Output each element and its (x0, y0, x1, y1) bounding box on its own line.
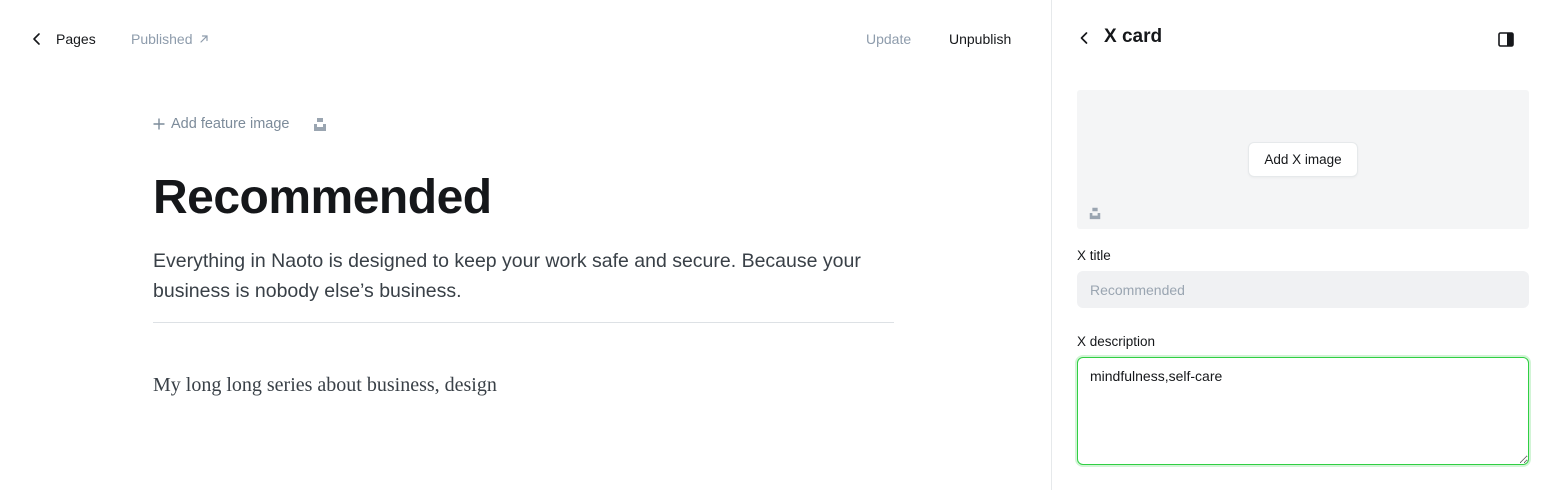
add-feature-image-label: Add feature image (171, 116, 290, 132)
editor-pane: Pages Published Update Unpublish Add fea… (0, 0, 1051, 490)
panel-title: X card (1104, 26, 1163, 47)
back-to-pages-link[interactable]: Pages (30, 27, 96, 51)
plus-icon (153, 118, 165, 130)
update-button[interactable]: Update (866, 27, 911, 51)
unsplash-icon[interactable] (1088, 206, 1102, 220)
sidebar-toggle-icon[interactable] (1498, 32, 1514, 47)
unsplash-icon[interactable] (312, 116, 328, 132)
chevron-left-icon (33, 33, 40, 45)
feature-image-row: Add feature image (153, 113, 328, 135)
chevron-left-icon[interactable] (1076, 30, 1092, 46)
add-x-image-button[interactable]: Add X image (1248, 142, 1358, 177)
post-body-paragraph[interactable]: My long long series about business, desi… (153, 374, 497, 397)
post-excerpt[interactable]: Everything in Naoto is designed to keep … (153, 246, 873, 306)
back-label: Pages (56, 31, 96, 47)
excerpt-divider (153, 322, 894, 323)
x-card-settings-panel: X card Add X image X title X description… (1051, 0, 1548, 490)
add-feature-image-button[interactable]: Add feature image (153, 116, 290, 132)
x-description-label: X description (1077, 334, 1156, 349)
post-title[interactable]: Recommended (153, 170, 492, 225)
x-title-label: X title (1077, 248, 1111, 263)
x-description-textarea[interactable]: mindfulness,self-care (1077, 357, 1529, 465)
status-label: Published (131, 31, 193, 47)
arrow-up-right-icon (199, 35, 208, 43)
editor-topbar: Pages Published Update Unpublish (0, 0, 1051, 78)
unpublish-button[interactable]: Unpublish (949, 27, 1011, 51)
published-status-link[interactable]: Published (131, 27, 209, 51)
x-image-dropzone[interactable]: Add X image (1077, 90, 1529, 229)
x-title-input[interactable] (1077, 271, 1529, 308)
